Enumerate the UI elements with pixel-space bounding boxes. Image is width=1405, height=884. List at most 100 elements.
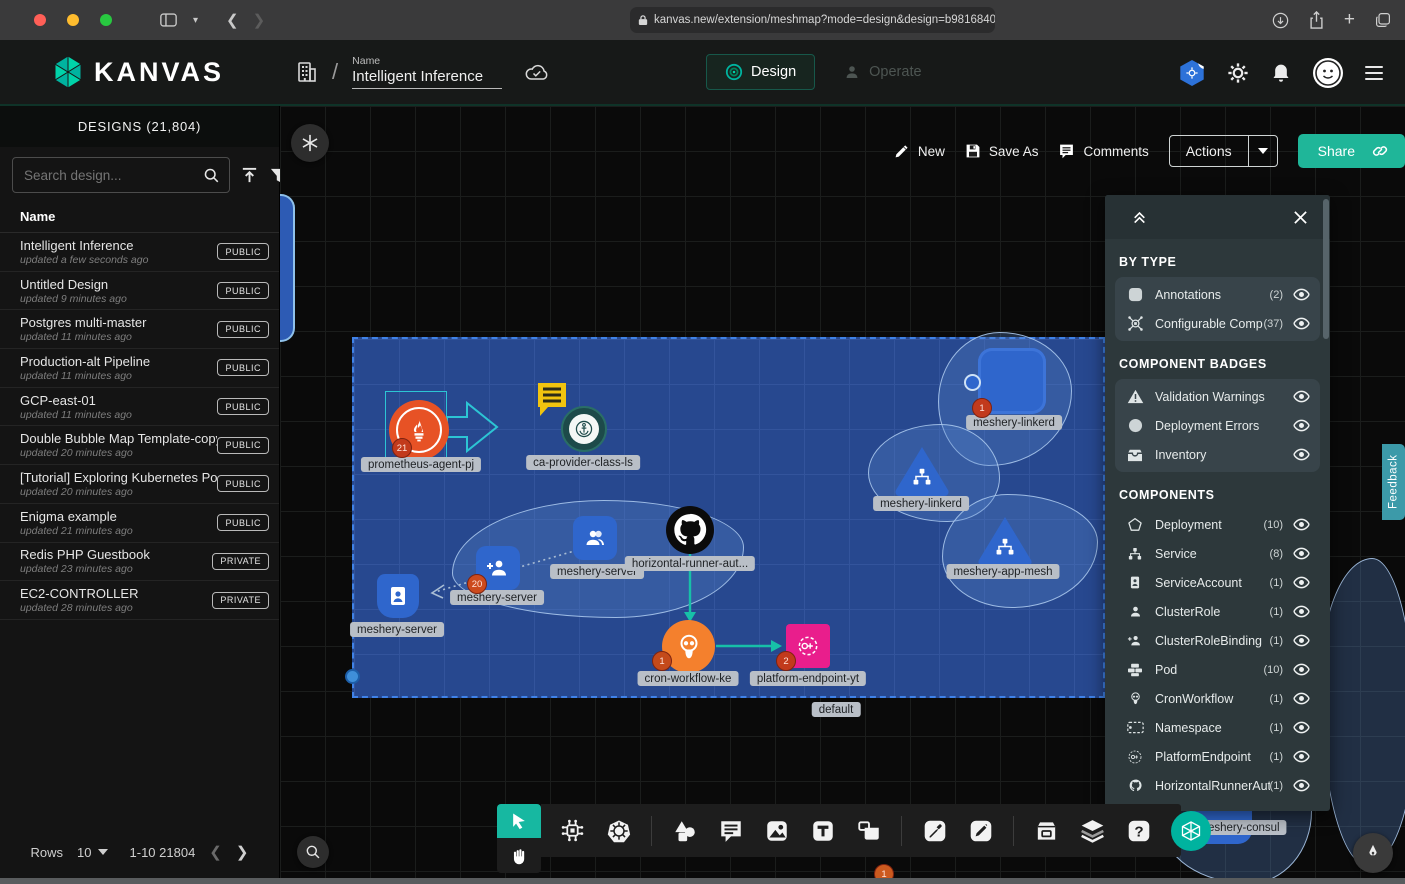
back-button[interactable]: ❮ [226,11,239,29]
tab-design[interactable]: Design [706,54,815,90]
next-page-button[interactable]: ❯ [236,843,249,861]
design-row[interactable]: Enigma exampleupdated 21 minutes agoPUBL… [0,504,279,543]
feedback-tab[interactable]: Feedback [1382,444,1405,520]
comment-tool[interactable] [717,817,744,844]
visibility-eye-icon[interactable] [1292,776,1311,795]
node-github-runner[interactable] [666,506,714,554]
design-row[interactable]: Intelligent Inferenceupdated a few secon… [0,233,279,272]
visibility-eye-icon[interactable] [1292,660,1311,679]
design-row[interactable]: Double Bubble Map Template-copyupdated 2… [0,426,279,465]
actions-dropdown[interactable]: Actions [1169,135,1278,167]
prev-page-button[interactable]: ❮ [209,843,222,861]
chevron-down-icon[interactable]: ▾ [193,15,198,26]
visibility-eye-icon[interactable] [1292,747,1311,766]
visibility-eye-icon[interactable] [1292,314,1311,333]
design-row[interactable]: Untitled Designupdated 9 minutes agoPUBL… [0,272,279,311]
actions-caret-icon[interactable] [1248,136,1277,166]
design-row[interactable]: Postgres multi-masterupdated 11 minutes … [0,310,279,349]
text-tool[interactable] [809,817,836,844]
component-row-service[interactable]: Service (8) [1115,539,1320,568]
design-row[interactable]: EC2-CONTROLLERupdated 28 minutes agoPRIV… [0,581,279,620]
component-row-serviceaccount[interactable]: ServiceAccount (1) [1115,568,1320,597]
layer-row-annotations[interactable]: Annotations (2) [1115,280,1320,309]
eyedropper-tool[interactable] [921,817,948,844]
extension-badge[interactable]: 1 [1179,60,1205,86]
zoom-button[interactable] [297,836,329,868]
tab-operate[interactable]: Operate [825,54,939,90]
component-row-pod[interactable]: Pod (10) [1115,655,1320,684]
visibility-eye-icon[interactable] [1292,515,1311,534]
snowflake-freeze-button[interactable] [291,124,329,162]
visibility-eye-icon[interactable] [1292,602,1311,621]
new-design-button[interactable]: New [894,143,945,159]
address-bar[interactable]: kanvas.new/extension/meshmap?mode=design… [630,7,995,33]
visibility-eye-icon[interactable] [1292,573,1311,592]
menu-hamburger-icon[interactable] [1365,63,1383,84]
badge-row-deployment-errors[interactable]: Deployment Errors [1115,411,1320,440]
search-icon[interactable] [203,167,220,184]
downloads-icon[interactable] [1272,12,1289,29]
share-icon[interactable] [1309,11,1324,29]
node-app-mesh-service[interactable] [975,514,1035,566]
visibility-eye-icon[interactable] [1292,387,1311,406]
visibility-eye-icon[interactable] [1292,445,1311,464]
design-row[interactable]: [Tutorial] Exploring Kubernetes Podupdat… [0,465,279,504]
rows-per-page-select[interactable]: 10 [77,845,107,860]
minimize-window-button[interactable] [67,14,79,26]
flip-shape-tool[interactable] [855,817,882,844]
share-button[interactable]: Share [1298,134,1405,168]
node-meshery-server-role[interactable] [573,516,617,560]
close-window-button[interactable] [34,14,46,26]
user-avatar[interactable] [1313,58,1343,88]
drawer-tool[interactable] [1033,817,1060,844]
save-as-button[interactable]: Save As [965,143,1039,159]
badge-row-inventory[interactable]: Inventory [1115,440,1320,469]
component-row-cronworkflow[interactable]: CronWorkflow (1) [1115,684,1320,713]
visibility-eye-icon[interactable] [1292,718,1311,737]
select-tool-button[interactable] [497,804,541,838]
collapse-panel-icon[interactable] [1131,209,1148,225]
layer-row-configurable[interactable]: Configurable Components (37) [1115,309,1320,338]
design-name-input[interactable] [352,68,502,89]
comments-button[interactable]: Comments [1058,143,1148,159]
forward-button[interactable]: ❯ [253,11,266,29]
tab-overview-icon[interactable] [1375,12,1391,28]
image-tool[interactable] [763,817,790,844]
component-row-horizontalrunnerautoscaler[interactable]: HorizontalRunnerAutoscaler (1) [1115,771,1320,800]
settings-gear-icon[interactable] [1227,62,1249,84]
shapes-tool[interactable] [671,817,698,844]
design-name-field[interactable]: Name [352,55,502,89]
annotation-comment-icon[interactable] [535,380,569,420]
visibility-eye-icon[interactable] [1292,631,1311,650]
design-canvas[interactable]: meshery-consul 1 21 prometheus-a [280,106,1405,884]
component-row-platformendpoint[interactable]: PlatformEndpoint (1) [1115,742,1320,771]
component-row-deployment[interactable]: Deployment (10) [1115,510,1320,539]
visibility-eye-icon[interactable] [1292,416,1311,435]
new-tab-icon[interactable]: + [1344,9,1355,31]
meshery-extension-button[interactable] [1171,811,1211,851]
panel-scrollbar[interactable] [1323,199,1329,339]
visibility-eye-icon[interactable] [1292,285,1311,304]
design-row[interactable]: Production-alt Pipelineupdated 11 minute… [0,349,279,388]
design-row[interactable]: Redis PHP Guestbookupdated 23 minutes ag… [0,543,279,582]
maximize-window-button[interactable] [100,14,112,26]
visibility-eye-icon[interactable] [1292,689,1311,708]
help-tool[interactable]: ? [1125,817,1152,844]
organization-icon[interactable] [294,59,318,85]
pan-tool-button[interactable] [497,838,541,873]
component-row-namespace[interactable]: Namespace (1) [1115,713,1320,742]
badge-row-validation-warnings[interactable]: Validation Warnings [1115,382,1320,411]
sidebar-toggle-icon[interactable] [160,13,177,27]
component-row-clusterrole[interactable]: ClusterRole (1) [1115,597,1320,626]
component-tool[interactable] [559,817,586,844]
node-linkerd-service[interactable] [892,444,952,496]
pencil-tool[interactable] [967,817,994,844]
layers-tool[interactable] [1079,817,1106,844]
design-search-box[interactable] [12,157,230,193]
component-row-clusterrolebinding[interactable]: ClusterRoleBinding (1) [1115,626,1320,655]
design-row[interactable]: GCP-east-01updated 11 minutes agoPUBLIC [0,388,279,427]
notifications-bell-icon[interactable] [1271,62,1291,84]
pen-mode-button[interactable] [1353,833,1393,873]
selection-resize-handle[interactable] [345,669,360,684]
visibility-eye-icon[interactable] [1292,544,1311,563]
